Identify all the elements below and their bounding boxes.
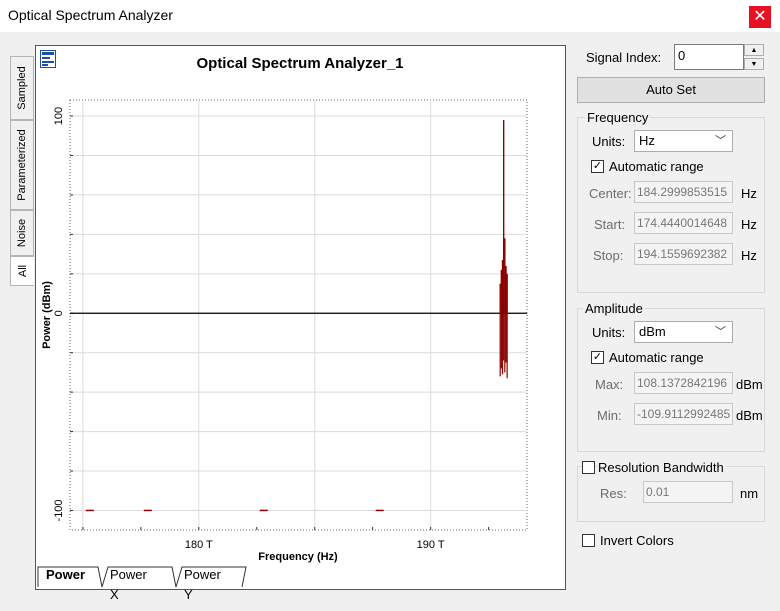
amplitude-auto-range-label: Automatic range [609,350,704,365]
stepper-up-icon[interactable]: ▲ [744,44,764,56]
start-unit: Hz [741,217,757,232]
stepper-down-icon[interactable]: ▼ [744,58,764,70]
chevron-down-icon: ﹀ [715,135,726,147]
res-field[interactable]: 0.01 [643,481,733,503]
min-field[interactable]: -109.9112992485 [634,403,733,425]
y-tick-label: 100 [53,107,65,125]
frequency-group-label: Frequency [585,110,651,125]
x-tick-label: 190 T [417,539,445,551]
auto-set-button[interactable]: Auto Set [577,77,765,103]
stop-label: Stop: [593,248,624,263]
invert-colors-label: Invert Colors [600,533,674,548]
amplitude-units-value: dBm [639,324,666,339]
max-field[interactable]: 108.1372842196 [634,372,733,394]
min-unit: dBm [736,408,763,423]
amplitude-group-label: Amplitude [583,301,645,316]
frequency-units-value: Hz [639,133,655,148]
frequency-auto-range-label: Automatic range [609,159,704,174]
signal-index-label: Signal Index: [586,50,662,65]
start-field[interactable]: 174.4440014648 [634,212,733,234]
invert-colors-checkbox[interactable] [582,534,595,547]
y-tick-label: -100 [53,499,65,521]
center-unit: Hz [741,186,757,201]
resolution-bandwidth-label: Resolution Bandwidth [598,460,726,475]
amplitude-units-label: Units: [592,325,626,340]
frequency-auto-range-checkbox[interactable]: ✓ [591,160,604,173]
center-label: Center: [589,186,632,201]
max-unit: dBm [736,377,763,392]
amplitude-units-select[interactable]: dBm ﹀ [634,321,733,343]
signal-index-stepper[interactable]: ▲ ▼ [744,44,764,70]
res-unit: nm [740,486,759,501]
res-label: Res: [600,486,627,501]
bottom-tab-outline [37,566,247,588]
y-tick-label: 0 [53,310,65,316]
frequency-units-label: Units: [592,134,626,149]
amplitude-auto-range-checkbox[interactable]: ✓ [591,351,604,364]
chevron-down-icon: ﹀ [715,326,726,338]
max-label: Max: [595,377,624,392]
min-label: Min: [597,408,622,423]
frequency-units-select[interactable]: Hz ﹀ [634,130,733,152]
stop-unit: Hz [741,248,757,263]
start-label: Start: [594,217,626,232]
y-axis-label: Power (dBm) [41,281,53,349]
x-axis-label: Frequency (Hz) [258,551,338,563]
resolution-bandwidth-checkbox[interactable] [582,461,595,474]
stop-field[interactable]: 194.1559692382 [634,243,733,265]
plot-area [69,99,528,531]
signal-index-input[interactable]: 0 [674,44,744,70]
x-tick-label: 180 T [185,539,213,551]
center-field[interactable]: 184.2999853515 [634,181,733,203]
